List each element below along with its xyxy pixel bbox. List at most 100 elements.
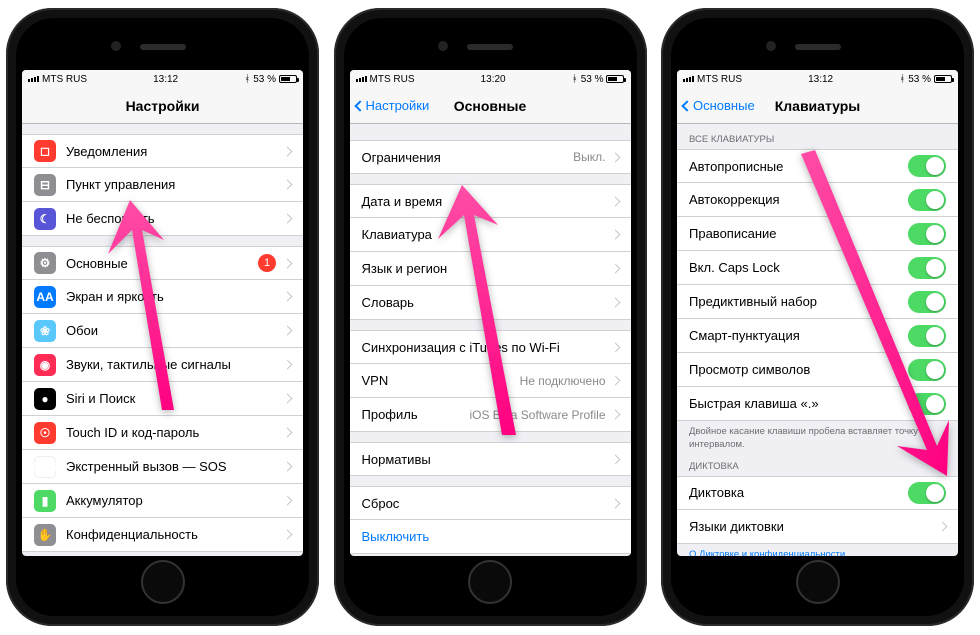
home-button[interactable] <box>141 560 185 604</box>
status-bar: MTS RUS 13:12 ᚼ53 % <box>677 70 958 88</box>
settings-row[interactable]: VPN Не подключено <box>350 364 631 398</box>
back-button[interactable]: Настройки <box>356 88 430 123</box>
home-button[interactable] <box>468 560 512 604</box>
settings-row[interactable]: Сброс <box>350 486 631 520</box>
row-icon: ☉ <box>34 422 56 444</box>
settings-row[interactable]: Дата и время <box>350 184 631 218</box>
screen-general: MTS RUS 13:20 ᚼ53 % Настройки Основные О… <box>350 70 631 556</box>
row-label: Основные <box>66 256 258 271</box>
settings-row[interactable]: AA Экран и яркость <box>22 280 303 314</box>
settings-row[interactable]: Ограничения Выкл. <box>350 140 631 174</box>
chevron-right-icon <box>283 428 293 438</box>
row-label: Просмотр символов <box>689 362 908 377</box>
battery-icon <box>934 75 952 83</box>
row-label: Автокоррекция <box>689 192 908 207</box>
row-label: Siri и Поиск <box>66 391 284 406</box>
row-label: Дата и время <box>362 194 612 209</box>
settings-row: Смарт-пунктуация <box>677 319 958 353</box>
row-label: VPN <box>362 373 520 388</box>
badge: 1 <box>258 254 276 272</box>
row-label: Аккумулятор <box>66 493 284 508</box>
row-icon: ⚙ <box>34 252 56 274</box>
carrier: MTS RUS <box>697 74 742 85</box>
row-label: Выключить <box>362 529 619 544</box>
row-label: Смарт-пунктуация <box>689 328 908 343</box>
settings-row[interactable]: ☉ Touch ID и код-пароль <box>22 416 303 450</box>
chevron-right-icon <box>610 410 620 420</box>
settings-row[interactable]: Язык и регион <box>350 252 631 286</box>
settings-row[interactable]: Клавиатура <box>350 218 631 252</box>
settings-row[interactable]: Выключить <box>350 520 631 554</box>
toggle-switch[interactable] <box>908 155 946 177</box>
row-icon: ⊟ <box>34 174 56 196</box>
chevron-right-icon <box>610 264 620 274</box>
home-button[interactable] <box>796 560 840 604</box>
back-button[interactable]: Основные <box>683 88 755 123</box>
row-label: Пункт управления <box>66 177 284 192</box>
settings-row[interactable]: Профиль iOS Beta Software Profile <box>350 398 631 432</box>
status-bar: MTS RUS 13:20 ᚼ53 % <box>350 70 631 88</box>
nav-bar: Настройки <box>22 88 303 124</box>
toggle-switch[interactable] <box>908 482 946 504</box>
settings-row[interactable]: Языки диктовки <box>677 510 958 544</box>
row-label: Язык и регион <box>362 261 612 276</box>
row-label: Диктовка <box>689 485 908 500</box>
row-label: Конфиденциальность <box>66 527 284 542</box>
settings-row: Просмотр символов <box>677 353 958 387</box>
phone-2: MTS RUS 13:20 ᚼ53 % Настройки Основные О… <box>334 8 647 626</box>
chevron-right-icon <box>283 214 293 224</box>
settings-row[interactable]: ✋ Конфиденциальность <box>22 518 303 552</box>
row-label: Правописание <box>689 226 908 241</box>
row-label: Словарь <box>362 295 612 310</box>
chevron-right-icon <box>938 521 948 531</box>
time: 13:12 <box>808 74 833 85</box>
screen-settings: MTS RUS 13:12 ᚼ53 % Настройки ◻ Уведомле… <box>22 70 303 556</box>
row-value: iOS Beta Software Profile <box>469 408 605 422</box>
group-header: ВСЕ КЛАВИАТУРЫ <box>677 130 958 149</box>
row-icon: SOS <box>34 456 56 478</box>
row-icon: ● <box>34 388 56 410</box>
settings-row: Предиктивный набор <box>677 285 958 319</box>
row-label: Звуки, тактильные сигналы <box>66 357 284 372</box>
status-bar: MTS RUS 13:12 ᚼ53 % <box>22 70 303 88</box>
chevron-right-icon <box>283 530 293 540</box>
settings-row[interactable]: Нормативы <box>350 442 631 476</box>
settings-row[interactable]: ● Siri и Поиск <box>22 382 303 416</box>
settings-row[interactable]: ☾ Не беспокоить <box>22 202 303 236</box>
group-header: ДИКТОВКА <box>677 457 958 476</box>
settings-row[interactable]: ⊟ Пункт управления <box>22 168 303 202</box>
toggle-switch[interactable] <box>908 257 946 279</box>
toggle-switch[interactable] <box>908 189 946 211</box>
settings-row[interactable]: Синхронизация с iTunes по Wi-Fi <box>350 330 631 364</box>
privacy-link[interactable]: О Диктовке и конфиденциальности… <box>689 549 855 556</box>
row-icon: ▮ <box>34 490 56 512</box>
settings-row[interactable]: ◉ Звуки, тактильные сигналы <box>22 348 303 382</box>
settings-row[interactable]: ❀ Обои <box>22 314 303 348</box>
toggle-switch[interactable] <box>908 291 946 313</box>
settings-row[interactable]: SOS Экстренный вызов — SOS <box>22 450 303 484</box>
settings-row[interactable]: ▮ Аккумулятор <box>22 484 303 518</box>
row-label: Быстрая клавиша «.» <box>689 396 908 411</box>
toggle-switch[interactable] <box>908 393 946 415</box>
chevron-right-icon <box>283 258 293 268</box>
row-icon: ◻ <box>34 140 56 162</box>
row-icon: ◉ <box>34 354 56 376</box>
toggle-switch[interactable] <box>908 325 946 347</box>
chevron-right-icon <box>283 146 293 156</box>
nav-bar: Настройки Основные <box>350 88 631 124</box>
chevron-right-icon <box>610 454 620 464</box>
settings-row[interactable]: ◻ Уведомления <box>22 134 303 168</box>
settings-row[interactable]: Словарь <box>350 286 631 320</box>
row-icon: ☾ <box>34 208 56 230</box>
chevron-left-icon <box>354 100 365 111</box>
footer-note: Двойное касание клавиши пробела вставляе… <box>677 421 958 457</box>
toggle-switch[interactable] <box>908 223 946 245</box>
row-icon: ❀ <box>34 320 56 342</box>
toggle-switch[interactable] <box>908 359 946 381</box>
row-label: Ограничения <box>362 150 574 165</box>
chevron-right-icon <box>283 394 293 404</box>
row-label: Обои <box>66 323 284 338</box>
settings-row[interactable]: ⚙ Основные 1 <box>22 246 303 280</box>
row-label: Экран и яркость <box>66 289 284 304</box>
carrier: MTS RUS <box>370 74 415 85</box>
